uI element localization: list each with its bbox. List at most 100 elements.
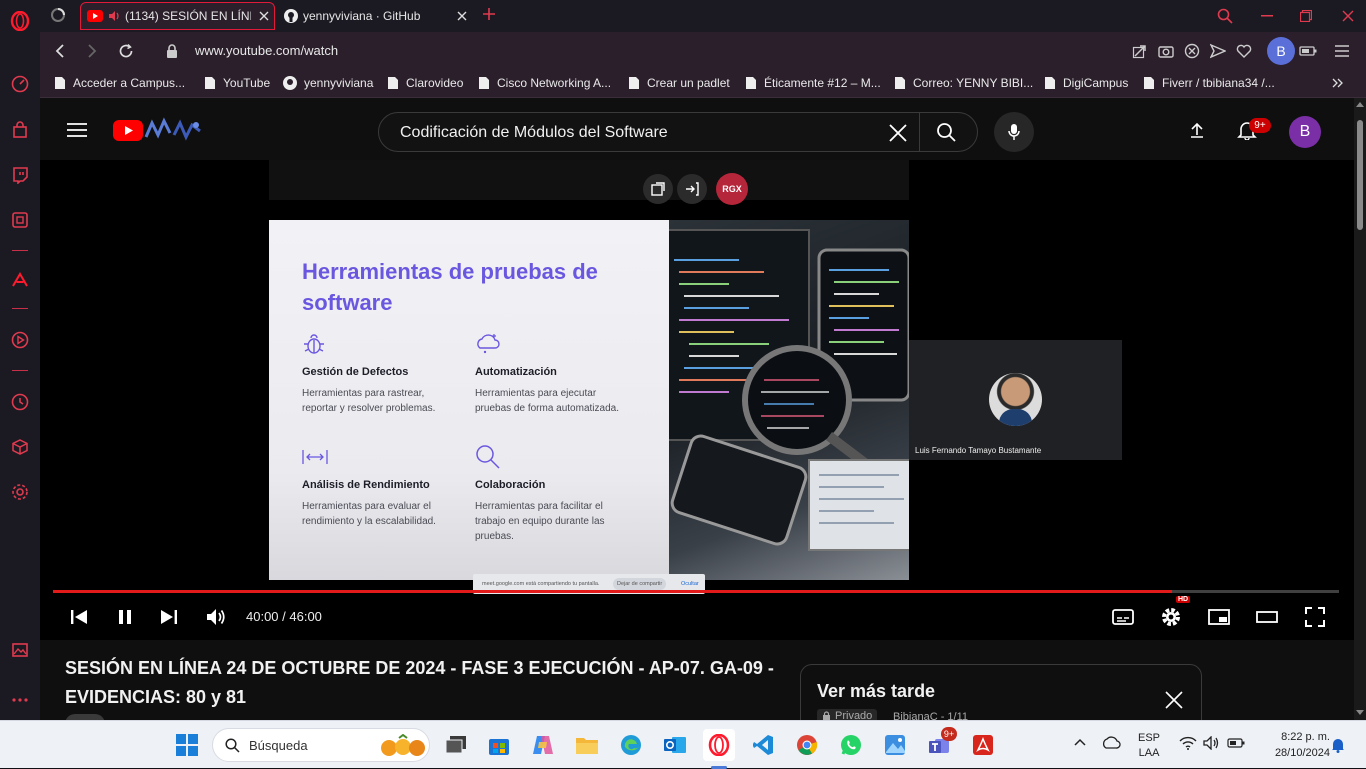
microsoft-store-icon[interactable] xyxy=(483,729,515,761)
page-icon xyxy=(895,77,905,89)
vscode-icon[interactable] xyxy=(747,729,779,761)
search-icon[interactable] xyxy=(936,122,956,142)
bookmark-item[interactable]: DigiCampus xyxy=(1044,76,1128,90)
aria-icon[interactable] xyxy=(8,268,32,292)
menu-lines-icon[interactable] xyxy=(1332,41,1352,61)
scroll-thumb[interactable] xyxy=(1357,120,1363,230)
edge-icon[interactable] xyxy=(615,729,647,761)
reload-icon[interactable] xyxy=(116,41,136,61)
enter-icon[interactable] xyxy=(677,174,707,204)
url-field[interactable]: www.youtube.com/watch xyxy=(195,43,338,58)
bookmark-item[interactable]: Cisco Networking A... xyxy=(478,76,611,90)
bookmark-item[interactable]: Éticamente #12 – M... xyxy=(745,76,881,90)
youtube-logo-icon[interactable] xyxy=(113,120,143,141)
bookmark-item[interactable]: yennyviviana xyxy=(283,76,373,90)
history-icon[interactable] xyxy=(8,390,32,414)
close-playlist-icon[interactable] xyxy=(1165,691,1183,709)
more-options-icon[interactable] xyxy=(8,688,32,712)
acrobat-icon[interactable] xyxy=(967,729,999,761)
popout-icon[interactable] xyxy=(643,174,673,204)
copilot-icon[interactable] xyxy=(527,729,559,761)
bookmark-item[interactable]: Correo: YENNY BIBI... xyxy=(894,76,1033,90)
file-explorer-icon[interactable] xyxy=(571,729,603,761)
voice-search-mic-icon[interactable] xyxy=(994,112,1034,152)
tab-youtube[interactable]: (1134) SESIÓN EN LÍNEA 2 xyxy=(80,2,275,30)
subtitles-icon[interactable] xyxy=(1110,604,1136,630)
chrome-icon[interactable] xyxy=(791,729,823,761)
battery-saver-icon[interactable] xyxy=(1298,41,1318,61)
twitch-icon[interactable] xyxy=(8,163,32,187)
opera-taskbar-icon[interactable] xyxy=(703,729,735,761)
outlook-icon[interactable] xyxy=(659,729,691,761)
more-bookmarks-chevron-icon[interactable] xyxy=(1332,78,1344,88)
lock-icon[interactable] xyxy=(162,41,182,61)
show-hidden-icons-chevron[interactable] xyxy=(1074,738,1086,746)
bookmark-item[interactable]: Fiverr / tbibiana34 /... xyxy=(1143,76,1275,90)
forward-arrow-icon[interactable] xyxy=(82,41,102,61)
task-view-icon[interactable] xyxy=(440,729,472,761)
tab-github[interactable]: yennyviviana · GitHub xyxy=(280,2,470,30)
fullscreen-icon[interactable] xyxy=(1302,604,1328,630)
input-language[interactable]: ESP LAA xyxy=(1138,731,1160,761)
network-sync-icon[interactable] xyxy=(1101,735,1121,751)
send-icon[interactable] xyxy=(1208,41,1228,61)
close-tab-icon[interactable] xyxy=(259,11,269,21)
theater-mode-icon[interactable] xyxy=(1254,604,1280,630)
bookmark-item[interactable]: Acceder a Campus... xyxy=(54,76,185,90)
battery-icon[interactable] xyxy=(1227,738,1245,748)
settings-gear-icon[interactable] xyxy=(8,480,32,504)
adblock-icon[interactable] xyxy=(1182,41,1202,61)
speed-dial-icon[interactable] xyxy=(8,72,32,96)
new-tab-plus-icon[interactable] xyxy=(482,7,496,21)
doodle-logo-icon[interactable] xyxy=(144,117,206,143)
clear-search-icon[interactable] xyxy=(889,124,907,142)
scroll-down-arrow-icon[interactable] xyxy=(1356,710,1364,715)
settings-gear-icon[interactable] xyxy=(1158,604,1184,630)
previous-icon[interactable] xyxy=(66,604,92,630)
share-icon[interactable] xyxy=(1130,41,1150,61)
windows-start-icon[interactable] xyxy=(171,729,203,761)
music-player-icon[interactable] xyxy=(8,328,32,352)
camera-snapshot-icon[interactable] xyxy=(1156,41,1176,61)
audio-playing-icon[interactable] xyxy=(108,10,120,22)
minimize-icon[interactable] xyxy=(1257,6,1277,26)
player-icon[interactable] xyxy=(8,208,32,232)
pause-icon[interactable] xyxy=(112,604,138,630)
volume-icon[interactable] xyxy=(203,604,229,630)
upload-icon[interactable] xyxy=(1189,122,1205,138)
search-bar[interactable]: Codificación de Módulos del Software xyxy=(378,112,978,152)
miniplayer-icon[interactable] xyxy=(1206,604,1232,630)
bookmark-item[interactable]: Crear un padlet xyxy=(628,76,730,90)
taskbar-search-placeholder: Búsqueda xyxy=(249,738,308,753)
hamburger-menu-icon[interactable] xyxy=(67,123,87,137)
photos-icon[interactable] xyxy=(879,729,911,761)
gallery-icon[interactable] xyxy=(8,638,32,662)
bookmark-item[interactable]: YouTube xyxy=(204,76,270,90)
profile-avatar[interactable]: B xyxy=(1267,37,1295,65)
shopping-bag-icon[interactable] xyxy=(8,118,32,142)
opera-logo-icon[interactable] xyxy=(8,9,32,33)
speaker-icon[interactable] xyxy=(1203,736,1221,750)
participant-shirt xyxy=(999,409,1032,426)
bookmark-item[interactable]: Clarovideo xyxy=(387,76,463,90)
close-window-icon[interactable] xyxy=(1338,6,1358,26)
progress-bar[interactable] xyxy=(53,590,1339,593)
account-avatar[interactable]: B xyxy=(1289,116,1321,148)
search-input[interactable]: Codificación de Módulos del Software xyxy=(400,124,668,142)
whatsapp-icon[interactable] xyxy=(835,729,867,761)
notification-bell-icon[interactable] xyxy=(1331,737,1345,753)
extensions-cube-icon[interactable] xyxy=(8,435,32,459)
heart-icon[interactable] xyxy=(1234,41,1254,61)
system-clock[interactable]: 8:22 p. m. 28/10/2024 xyxy=(1254,729,1330,761)
page-scrollbar[interactable] xyxy=(1354,98,1366,720)
close-tab-icon[interactable] xyxy=(457,11,467,21)
tab-search-icon[interactable] xyxy=(1215,6,1235,26)
scroll-up-arrow-icon[interactable] xyxy=(1356,102,1364,107)
rgx-badge[interactable]: RGX xyxy=(716,173,748,205)
taskbar-search[interactable]: Búsqueda xyxy=(212,728,430,762)
next-icon[interactable] xyxy=(156,604,182,630)
back-arrow-icon[interactable] xyxy=(50,41,70,61)
wifi-icon[interactable] xyxy=(1179,736,1197,750)
restore-icon[interactable] xyxy=(1296,6,1316,26)
video-player[interactable]: RGX Herramientas de pruebas de software … xyxy=(40,160,1354,640)
